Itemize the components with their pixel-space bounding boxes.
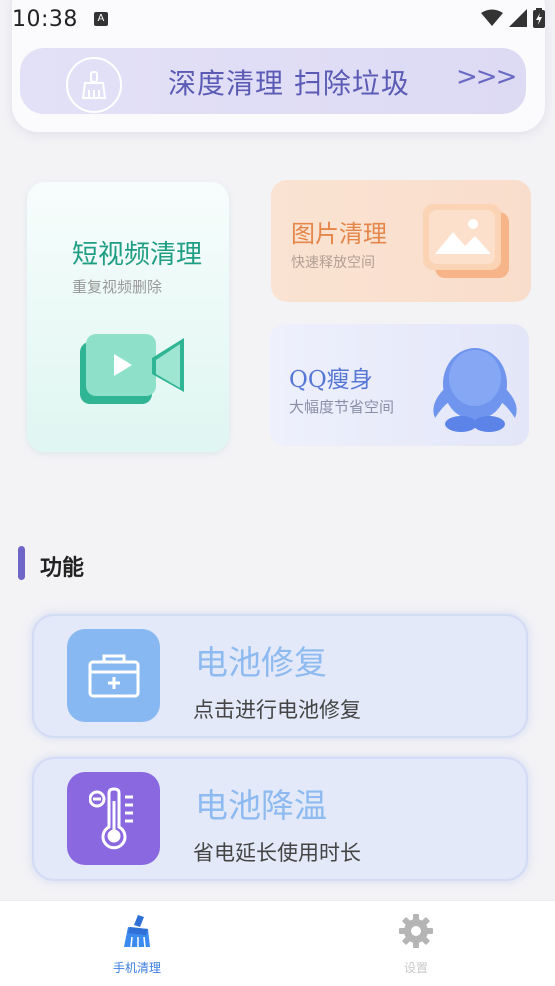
section-title: 功能 — [40, 556, 85, 581]
broom-icon — [124, 915, 150, 948]
short-video-subtitle: 重复视频删除 — [72, 278, 163, 296]
short-video-title: 短视频清理 — [72, 240, 203, 270]
battery-repair-subtitle: 点击进行电池修复 — [193, 698, 361, 722]
status-indicators — [481, 8, 545, 28]
bottom-nav: 手机清理 设置 — [0, 900, 555, 986]
first-aid-kit-icon — [67, 629, 160, 722]
battery-repair-title: 电池修复 — [195, 643, 327, 682]
thermometer-icon — [67, 772, 160, 865]
wifi-icon — [481, 9, 503, 26]
video-camera-icon — [80, 334, 184, 404]
image-clean-subtitle: 快速释放空间 — [291, 255, 375, 271]
image-clean-card[interactable]: 图片清理 快速释放空间 — [271, 180, 531, 302]
nav-label-phone-clean: 手机清理 — [112, 961, 161, 975]
nav-item-settings[interactable]: 设置 — [356, 913, 476, 976]
gear-icon — [399, 914, 433, 948]
image-icon — [423, 204, 509, 278]
notification-icon: A — [93, 12, 108, 26]
nav-item-phone-clean[interactable]: 手机清理 — [77, 913, 197, 976]
battery-cooling-card[interactable]: 电池降温 省电延长使用时长 — [32, 757, 528, 881]
qq-slim-title: QQ瘦身 — [289, 367, 373, 393]
battery-cooling-subtitle: 省电延长使用时长 — [193, 841, 361, 865]
chevrons-right-icon: >>> — [456, 62, 517, 92]
qq-penguin-icon — [433, 348, 517, 432]
battery-repair-card[interactable]: 电池修复 点击进行电池修复 — [32, 614, 528, 738]
signal-icon — [509, 9, 527, 27]
battery-icon — [533, 8, 545, 28]
broom-icon — [66, 57, 122, 113]
status-time: 10:38 — [12, 6, 78, 32]
nav-label-settings: 设置 — [403, 961, 428, 975]
deep-clean-label: 深度清理 扫除垃圾 — [168, 67, 410, 100]
battery-cooling-title: 电池降温 — [195, 786, 327, 825]
qq-slim-card[interactable]: QQ瘦身 大幅度节省空间 — [269, 324, 529, 446]
status-bar: 10:38 A — [0, 0, 555, 38]
deep-clean-button[interactable]: 深度清理 扫除垃圾 >>> — [20, 48, 526, 114]
image-clean-title: 图片清理 — [291, 220, 387, 248]
short-video-clean-card[interactable]: 短视频清理 重复视频删除 — [27, 182, 229, 452]
qq-slim-subtitle: 大幅度节省空间 — [289, 398, 395, 416]
section-accent-bar — [18, 546, 25, 580]
